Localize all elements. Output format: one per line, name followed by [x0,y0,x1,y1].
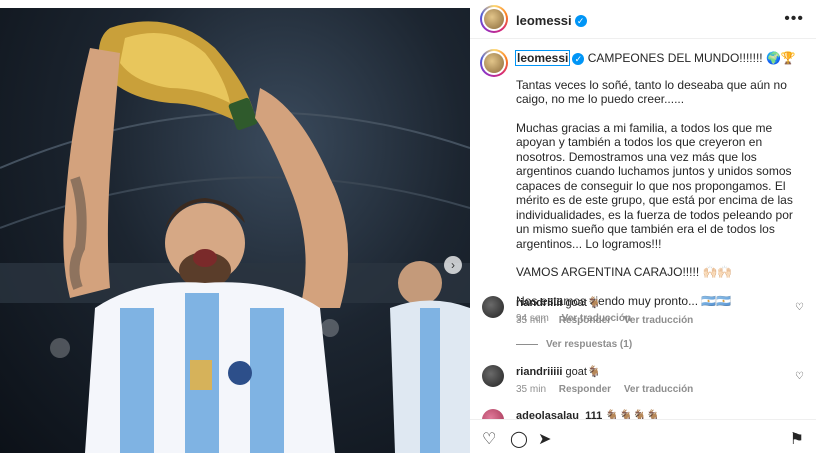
comment-text-row: riandriiiii goat🐐 [516,296,601,309]
post-photo-illustration [0,21,470,453]
comment-text-row: adeolasalau_111 🐐🐐🐐🐐 [516,409,660,419]
comment-avatar[interactable] [482,409,504,419]
comment-username[interactable]: riandriiiii [516,297,562,309]
avatar[interactable] [480,5,508,33]
caption-paragraph: Muchas gracias a mi familia, a todos los… [516,120,793,251]
caption-username[interactable]: leomessi [514,50,571,66]
post-side-panel: leomessi ✓ ••• leomessi ✓ CAMPEONES DEL MU… [470,0,816,454]
comment-heart-icon[interactable]: ♡ [795,302,804,313]
header-username[interactable]: leomessi [516,13,572,28]
reply-link[interactable]: Responder [559,384,611,395]
bookmark-icon[interactable]: ⚑ [790,429,804,449]
view-replies-link[interactable]: Ver respuestas (1) [516,339,632,350]
action-bar: ♡ ◯ ➤ ⚑ [470,419,816,454]
comment-meta: 35 min Responder Ver traducción [516,315,703,326]
reply-link[interactable]: Responder [559,315,611,326]
heart-icon[interactable]: ♡ [482,429,496,449]
post-view: › leomessi ✓ ••• leomessi ✓ CAMPEONES DEL … [0,0,816,454]
comment-username[interactable]: riandriiiii [516,366,562,378]
next-photo-button[interactable]: › [444,256,462,274]
share-icon[interactable]: ➤ [538,429,551,449]
comment-icon[interactable]: ◯ [510,429,528,449]
comment-text-row: riandriiiii goat🐐 [516,365,601,378]
post-photo: › [0,8,470,453]
caption: leomessi ✓ CAMPEONES DEL MUNDO!!!!!!! 🌍🏆 … [514,50,808,327]
comment-avatar[interactable] [482,296,504,318]
comment-username[interactable]: adeolasalau_111 [516,410,602,419]
caption-avatar[interactable] [480,49,508,77]
post-header: leomessi ✓ ••• [470,0,816,39]
header-user: leomessi ✓ [516,12,587,30]
comment-translate-link[interactable]: Ver traducción [624,384,693,395]
comment-text: goat🐐 [565,366,601,378]
verified-icon: ✓ [574,14,587,27]
comment-text: 🐐🐐🐐🐐 [605,410,661,419]
caption-headline: CAMPEONES DEL MUNDO!!!!!!! 🌍🏆 [587,51,796,65]
caption-paragraph: Tantas veces lo soñé, tanto lo deseaba q… [516,77,787,107]
comment-heart-icon[interactable]: ♡ [795,371,804,382]
comment-meta: 35 min Responder Ver traducción [516,384,703,395]
chevron-right-icon: › [451,258,455,272]
comment-avatar[interactable] [482,365,504,387]
verified-icon: ✓ [572,52,585,65]
caption-paragraph: VAMOS ARGENTINA CARAJO!!!!! 🙌🏻🙌🏻 [516,265,733,279]
post-body: leomessi ✓ CAMPEONES DEL MUNDO!!!!!!! 🌍🏆 … [470,39,816,419]
comment-translate-link[interactable]: Ver traducción [624,315,693,326]
more-options-icon[interactable]: ••• [784,10,804,28]
comment-time: 35 min [516,315,547,326]
comment-time: 35 min [516,384,547,395]
comment-text: goat🐐 [565,297,601,309]
